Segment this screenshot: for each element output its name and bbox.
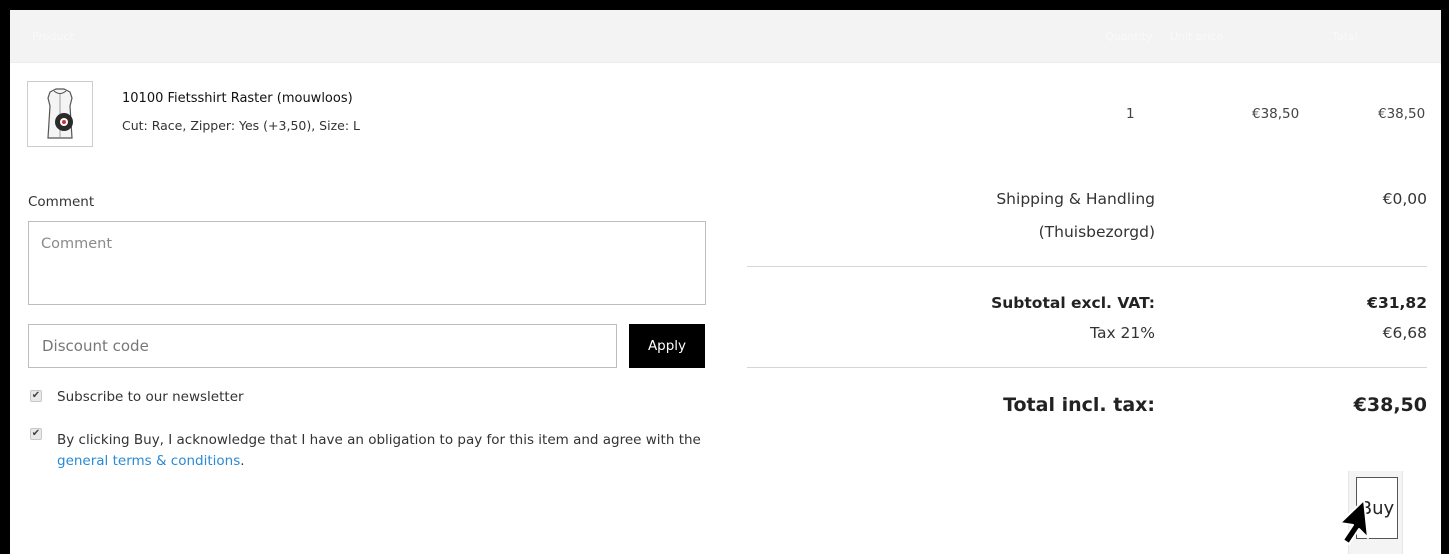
shipping-value: €0,00 bbox=[1382, 190, 1427, 208]
subtotal-label: Subtotal excl. VAT: bbox=[991, 294, 1155, 312]
comment-label: Comment bbox=[28, 194, 95, 210]
cycling-vest-thumbnail-icon bbox=[47, 88, 73, 139]
item-unit-price: €38,50 bbox=[1252, 106, 1300, 122]
checkmark-icon: ✔ bbox=[31, 390, 41, 401]
mouse-cursor-icon bbox=[1339, 499, 1369, 545]
terms-checkbox[interactable]: ✔ bbox=[30, 428, 42, 440]
tax-value: €6,68 bbox=[1382, 324, 1427, 342]
item-line-total: €38,50 bbox=[1378, 106, 1426, 122]
checkout-panel: Product Quantity Unit price Total 10100 … bbox=[10, 10, 1441, 554]
product-name[interactable]: 10100 Fietsshirt Raster (mouwloos) bbox=[122, 91, 353, 106]
terms-end: . bbox=[240, 453, 245, 469]
product-options: Cut: Race, Zipper: Yes (+3,50), Size: L bbox=[122, 118, 360, 133]
header-total: Total bbox=[1332, 30, 1358, 43]
shipping-method: (Thuisbezorgd) bbox=[1038, 223, 1155, 241]
cart-item-row: 10100 Fietsshirt Raster (mouwloos) Cut: … bbox=[10, 63, 1441, 176]
newsletter-label: Subscribe to our newsletter bbox=[57, 389, 244, 405]
checkmark-icon: ✔ bbox=[31, 428, 41, 439]
total-value: €38,50 bbox=[1353, 394, 1427, 416]
discount-code-input[interactable] bbox=[28, 324, 617, 368]
item-quantity: 1 bbox=[1126, 106, 1135, 122]
header-unit-price: Unit price bbox=[1170, 30, 1224, 43]
newsletter-checkbox[interactable]: ✔ bbox=[30, 390, 42, 402]
totals-divider bbox=[747, 266, 1427, 267]
total-label: Total incl. tax: bbox=[1003, 394, 1155, 416]
subtotal-value: €31,82 bbox=[1367, 294, 1427, 312]
terms-conditions-link[interactable]: general terms & conditions bbox=[57, 453, 240, 469]
header-product: Product bbox=[32, 30, 74, 43]
terms-text: By clicking Buy, I acknowledge that I ha… bbox=[57, 432, 701, 448]
shipping-label: Shipping & Handling bbox=[996, 190, 1155, 208]
header-quantity: Quantity bbox=[1105, 30, 1153, 43]
totals-divider bbox=[747, 367, 1427, 368]
terms-label: By clicking Buy, I acknowledge that I ha… bbox=[57, 430, 717, 472]
cart-table-header: Product Quantity Unit price Total bbox=[10, 10, 1441, 63]
product-thumbnail[interactable] bbox=[27, 81, 93, 147]
tax-label: Tax 21% bbox=[1090, 324, 1155, 342]
apply-discount-button[interactable]: Apply bbox=[629, 324, 705, 368]
comment-textarea[interactable] bbox=[28, 221, 706, 305]
